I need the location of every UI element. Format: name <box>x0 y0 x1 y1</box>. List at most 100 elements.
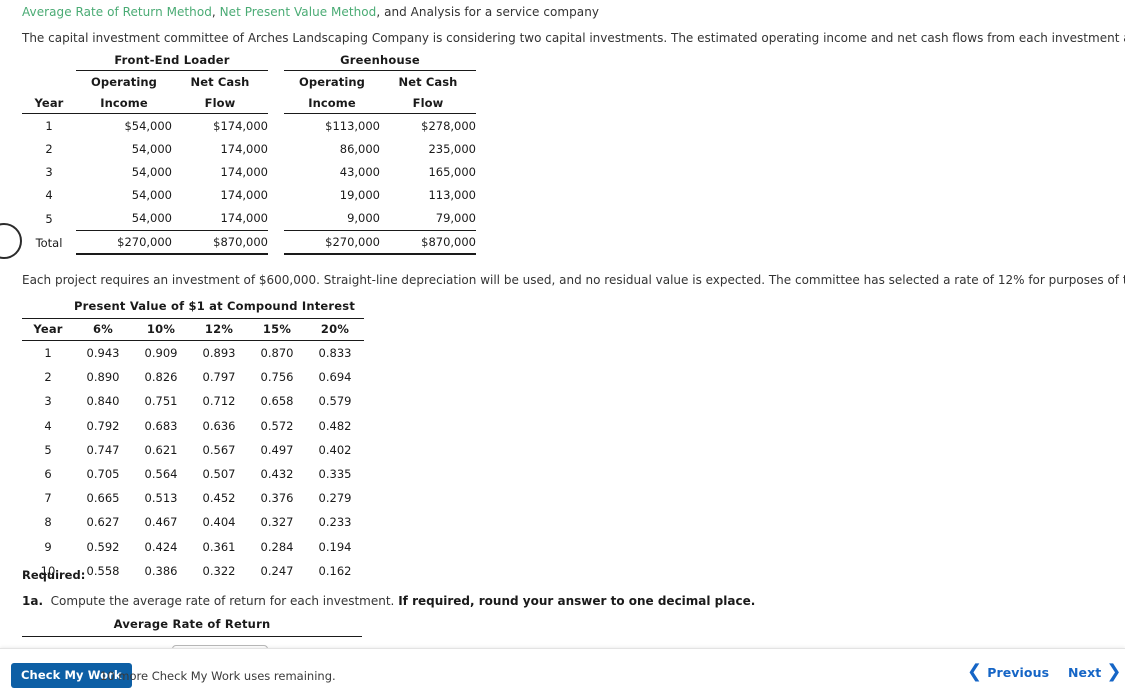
investment-requirements-paragraph: Each project requires an investment of $… <box>22 273 1125 287</box>
pv-cell-year: 1 <box>44 346 52 361</box>
pv-cell-15: 0.327 <box>260 515 294 530</box>
col-header-gh-net-cash-flow-l1: Net Cash <box>398 75 458 89</box>
pv-cell-6: 0.943 <box>86 346 120 361</box>
present-value-table: Year 6% 10% 12% 15% 20% 1 0.943 0.909 0.… <box>22 318 364 583</box>
pv-cell-15: 0.376 <box>260 491 294 506</box>
cell-year: 2 <box>45 141 53 156</box>
cell-total-gh-cash: $870,000 <box>380 229 476 255</box>
cursor-ring-indicator <box>0 223 22 259</box>
intro-paragraph: The capital investment committee of Arch… <box>22 31 1125 45</box>
chevron-left-icon: ❮ <box>967 660 983 682</box>
group-header-front-end-loader: Front-End Loader <box>76 53 268 71</box>
title-tail: , and Analysis for a service company <box>376 5 600 19</box>
cell-year: 4 <box>45 188 53 203</box>
pv-col-header-12: 12% <box>190 318 248 341</box>
pv-cell-20: 0.162 <box>318 563 352 578</box>
next-button[interactable]: Next ❯ <box>1068 662 1122 680</box>
pv-cell-6: 0.792 <box>86 418 120 433</box>
pv-cell-10: 0.751 <box>144 394 178 409</box>
pv-cell-15: 0.658 <box>260 394 294 409</box>
pv-cell-12: 0.893 <box>202 346 236 361</box>
pv-cell-12: 0.322 <box>202 563 236 578</box>
cell-gh-cash: 79,000 <box>435 211 476 226</box>
page-title: Average Rate of Return Method, Net Prese… <box>22 5 599 19</box>
table-total-row: Total $270,000 $870,000 $270,000 $870,00… <box>22 229 476 255</box>
cell-total-fel-cash: $870,000 <box>172 229 268 255</box>
pv-cell-year: 9 <box>44 539 52 554</box>
pv-cell-6: 0.840 <box>86 394 120 409</box>
investment-estimates-table: Front-End Loader Greenhouse Operating Ne… <box>22 53 476 255</box>
pv-col-header-6: 6% <box>74 318 132 341</box>
pv-cell-20: 0.335 <box>318 467 352 482</box>
cell-total-fel-income: $270,000 <box>76 229 172 255</box>
cell-fel-cash: 174,000 <box>220 141 268 156</box>
pv-cell-20: 0.694 <box>318 370 352 385</box>
table-row: 2 54,000 174,000 86,000 235,000 <box>22 137 476 160</box>
cell-total-label: Total <box>35 235 63 250</box>
col-header-fel-net-cash-flow-l1: Net Cash <box>190 75 250 89</box>
cell-year: 3 <box>45 164 53 179</box>
cell-year: 1 <box>45 118 53 133</box>
pv-cell-6: 0.890 <box>86 370 120 385</box>
cell-fel-income: $54,000 <box>124 118 172 133</box>
pv-cell-12: 0.797 <box>202 370 236 385</box>
pv-cell-15: 0.572 <box>260 418 294 433</box>
pv-cell-10: 0.683 <box>144 418 178 433</box>
pv-cell-12: 0.404 <box>202 515 236 530</box>
pv-cell-10: 0.564 <box>144 467 178 482</box>
cell-fel-income: 54,000 <box>131 164 172 179</box>
pv-cell-12: 0.452 <box>202 491 236 506</box>
pv-cell-6: 0.627 <box>86 515 120 530</box>
pv-cell-20: 0.194 <box>318 539 352 554</box>
pv-cell-year: 8 <box>44 515 52 530</box>
pv-cell-15: 0.284 <box>260 539 294 554</box>
pv-col-header-year: Year <box>22 318 74 341</box>
group-header-greenhouse: Greenhouse <box>284 53 476 71</box>
pv-cell-year: 5 <box>44 442 52 457</box>
col-header-fel-net-cash-flow-l2: Flow <box>204 96 236 110</box>
pv-cell-10: 0.826 <box>144 370 178 385</box>
pv-cell-20: 0.279 <box>318 491 352 506</box>
cell-year: 5 <box>45 211 53 226</box>
cell-gh-income: $113,000 <box>325 118 380 133</box>
column-header-row-line2: Year Income Flow Income Flow <box>22 92 476 113</box>
title-separator-1: , <box>211 5 220 19</box>
pv-col-header-20: 20% <box>306 318 364 341</box>
pv-col-header-10: 10% <box>132 318 190 341</box>
pv-cell-12: 0.567 <box>202 442 236 457</box>
pv-cell-10: 0.386 <box>144 563 178 578</box>
pv-row: 7 0.665 0.513 0.452 0.376 0.279 <box>22 486 364 510</box>
pv-cell-year: 6 <box>44 467 52 482</box>
cell-fel-cash: 174,000 <box>220 164 268 179</box>
cell-fel-cash: 174,000 <box>220 188 268 203</box>
cell-total-gh-income: $270,000 <box>284 229 380 255</box>
cell-fel-cash: 174,000 <box>220 211 268 226</box>
cell-gh-cash: 165,000 <box>428 164 476 179</box>
question-1a-number: 1a. <box>22 594 44 608</box>
topic-link-net-present-value[interactable]: Net Present Value Method <box>220 5 377 19</box>
pv-cell-20: 0.482 <box>318 418 352 433</box>
pv-cell-6: 0.705 <box>86 467 120 482</box>
topic-link-average-rate-of-return[interactable]: Average Rate of Return Method <box>22 5 212 19</box>
col-header-fel-operating-income-l1: Operating <box>91 75 157 89</box>
pv-cell-10: 0.467 <box>144 515 178 530</box>
pv-cell-20: 0.402 <box>318 442 352 457</box>
check-my-work-uses-note: 10 more Check My Work uses remaining. <box>100 669 336 683</box>
table-row: 4 54,000 174,000 19,000 113,000 <box>22 184 476 207</box>
pv-cell-10: 0.909 <box>144 346 178 361</box>
cell-gh-income: 43,000 <box>339 164 380 179</box>
pv-cell-20: 0.579 <box>318 394 352 409</box>
table-row: 3 54,000 174,000 43,000 165,000 <box>22 160 476 183</box>
pv-cell-year: 3 <box>44 394 52 409</box>
pv-row: 6 0.705 0.564 0.507 0.432 0.335 <box>22 462 364 486</box>
previous-button[interactable]: ❮ Previous <box>967 660 1049 682</box>
pv-cell-15: 0.247 <box>260 563 294 578</box>
col-header-gh-net-cash-flow-l2: Flow <box>412 96 444 110</box>
question-1a-text: 1a. Compute the average rate of return f… <box>22 594 755 608</box>
pv-cell-20: 0.233 <box>318 515 352 530</box>
pv-cell-12: 0.361 <box>202 539 236 554</box>
col-header-year: Year <box>34 96 64 110</box>
average-rate-of-return-answer-table: Average Rate of Return <box>22 617 362 648</box>
pv-row: 3 0.840 0.751 0.712 0.658 0.579 <box>22 389 364 413</box>
present-value-table-caption: Present Value of $1 at Compound Interest <box>74 299 356 313</box>
